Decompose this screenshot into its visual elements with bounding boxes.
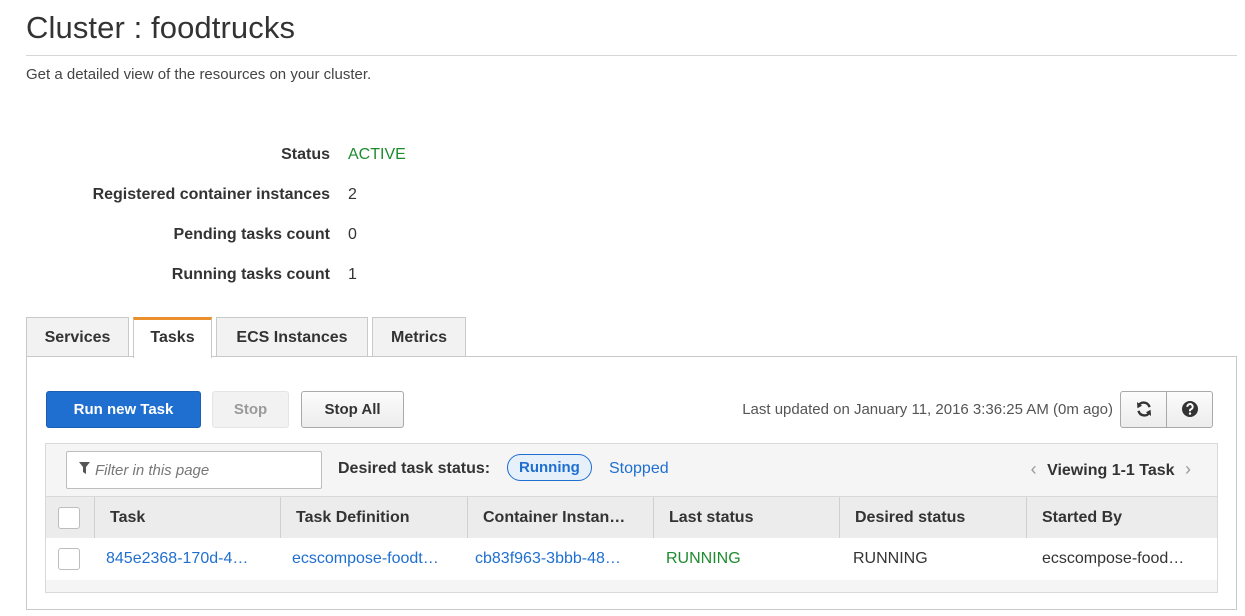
last-status-value: RUNNING [666,550,741,567]
select-all-checkbox[interactable] [58,507,80,529]
summary-row-running: Running tasks count 1 [0,266,600,290]
help-button[interactable] [1166,391,1213,428]
tab-ecs-instances[interactable]: ECS Instances [216,317,368,357]
last-updated-text: Last updated on January 11, 2016 3:36:25… [742,401,1113,418]
stop-all-button[interactable]: Stop All [301,391,404,428]
stopped-filter-link[interactable]: Stopped [609,460,669,478]
column-header-task-definition[interactable]: Task Definition [280,497,410,539]
page-title: Cluster : foodtrucks [26,10,296,45]
desired-status-value: RUNNING [853,550,928,567]
desired-status-label: Desired task status: [338,460,491,477]
table-row[interactable]: 845e2368-170d-4… ecscompose-foodt… cb83f… [46,538,1217,580]
chevron-left-icon[interactable]: ‹ [1025,459,1043,479]
refresh-button[interactable] [1120,391,1167,428]
chevron-right-icon[interactable]: › [1179,459,1197,479]
summary-row-status: Status ACTIVE [0,146,600,170]
tab-tasks[interactable]: Tasks [133,317,212,358]
stop-button[interactable]: Stop [212,391,289,428]
registered-instances-value: 2 [348,186,357,203]
column-header-container-instance[interactable]: Container Instan… [467,497,625,539]
tab-metrics[interactable]: Metrics [372,317,466,357]
title-divider [26,55,1237,56]
page-subtitle: Get a detailed view of the resources on … [26,66,372,83]
summary-row-pending: Pending tasks count 0 [0,226,600,250]
tab-services[interactable]: Services [26,317,129,357]
task-definition-link[interactable]: ecscompose-foodt… [276,538,439,580]
filter-placeholder: Filter in this page [95,462,210,479]
task-id-link[interactable]: 845e2368-170d-4… [90,538,248,580]
status-label: Status [281,146,330,163]
table-header: Task Task Definition Container Instan… L… [46,496,1217,539]
container-instance-link[interactable]: cb83f963-3bbb-48… [459,538,621,580]
tasks-table-area: Filter in this page Desired task status:… [45,443,1218,593]
summary-row-registered: Registered container instances 2 [0,186,600,210]
filter-icon [79,462,90,477]
refresh-icon [1136,401,1151,417]
started-by-value: ecscompose-food… [1042,550,1185,567]
status-value: ACTIVE [348,146,406,163]
tasks-panel: Run new Task Stop Stop All Last updated … [26,356,1237,610]
column-header-started-by[interactable]: Started By [1026,497,1122,539]
pending-tasks-label: Pending tasks count [173,226,330,243]
running-filter-pill[interactable]: Running [507,454,592,481]
row-checkbox[interactable] [58,548,80,570]
column-header-last-status[interactable]: Last status [653,497,753,539]
viewing-count: Viewing 1-1 Task [1047,462,1175,479]
help-icon [1181,401,1198,417]
column-header-task[interactable]: Task [94,497,145,539]
column-header-desired-status[interactable]: Desired status [839,497,965,539]
running-tasks-value: 1 [348,266,357,283]
filter-input[interactable]: Filter in this page [66,451,322,489]
running-tasks-label: Running tasks count [171,266,330,283]
pagination: ‹ Viewing 1-1 Task › [1025,459,1197,480]
registered-instances-label: Registered container instances [92,186,330,203]
pending-tasks-value: 0 [348,226,357,243]
run-new-task-button[interactable]: Run new Task [46,391,201,428]
